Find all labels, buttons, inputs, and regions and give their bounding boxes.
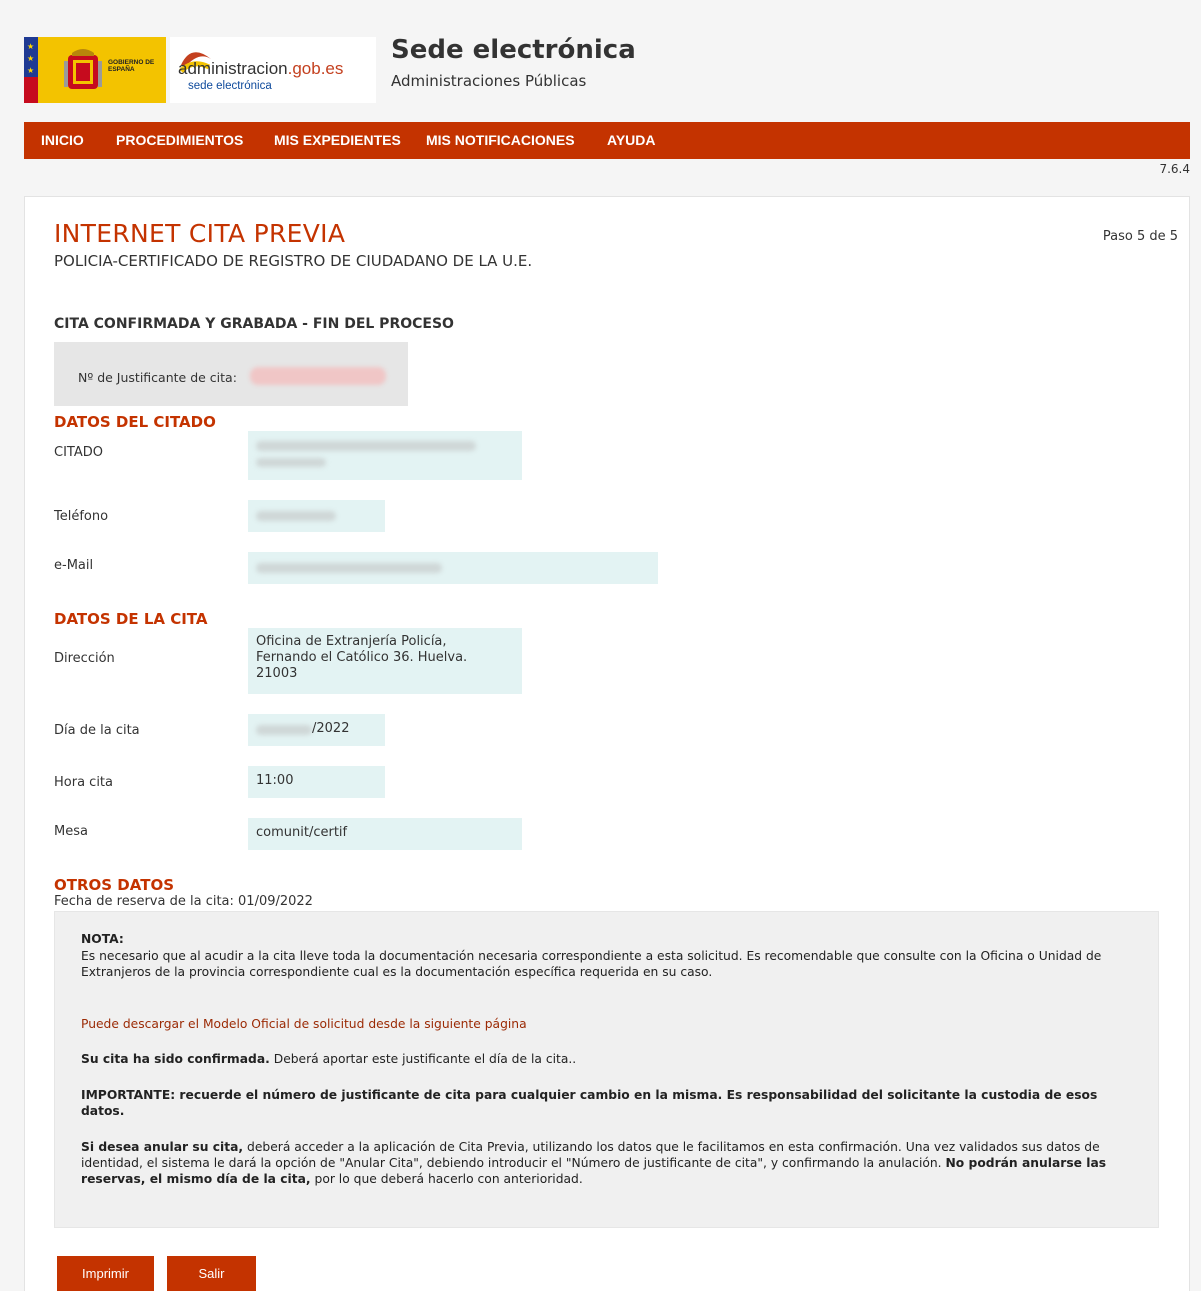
direccion-label: Dirección <box>54 651 115 666</box>
reserve-date: Fecha de reserva de la cita: 01/09/2022 <box>54 894 313 909</box>
admin-logo-subtext: sede electrónica <box>188 80 272 92</box>
mesa-value: comunit/certif <box>248 818 522 850</box>
confirmation-heading: CITA CONFIRMADA Y GRABADA - FIN DEL PROC… <box>54 316 454 332</box>
nav-item-mis-notificaciones[interactable]: MIS NOTIFICACIONES <box>426 132 575 148</box>
hora-value: 11:00 <box>248 766 385 798</box>
citado-name-redacted <box>256 441 476 451</box>
note-paragraph-5: Si desea anular su cita, deberá acceder … <box>81 1140 1107 1186</box>
nav-item-mis-expedientes[interactable]: MIS EXPEDIENTES <box>274 132 401 148</box>
direccion-value: Oficina de Extranjería Policía, Fernando… <box>248 628 522 694</box>
site-subtitle: Administraciones Públicas <box>391 72 587 90</box>
telefono-label: Teléfono <box>54 509 109 524</box>
admin-logo-text: administracion.gob.es <box>178 59 344 78</box>
page-subtitle: POLICIA-CERTIFICADO DE REGISTRO DE CIUDA… <box>54 252 533 270</box>
print-button[interactable]: Imprimir <box>57 1256 154 1291</box>
email-label: e-Mail <box>54 558 94 573</box>
note-paragraph-3: Su cita ha sido confirmada. Deberá aport… <box>81 1052 577 1066</box>
citado-label: CITADO <box>54 445 103 460</box>
justificante-value-redacted <box>250 367 386 385</box>
exit-button[interactable]: Salir <box>167 1256 256 1291</box>
section-datos-cita: DATOS DE LA CITA <box>54 610 208 628</box>
note-paragraph-4: IMPORTANTE: recuerde el número de justif… <box>81 1088 1098 1118</box>
dia-year: /2022 <box>312 721 350 736</box>
dia-value: /2022 <box>248 714 385 746</box>
page-title: INTERNET CITA PREVIA <box>54 219 346 248</box>
site-title: Sede electrónica <box>391 35 636 65</box>
dia-redacted <box>256 725 312 735</box>
telefono-redacted <box>256 511 336 521</box>
version-label: 7.6.4 <box>1159 162 1190 176</box>
direccion-line-1: Oficina de Extranjería Policía, <box>256 634 447 649</box>
hora-label: Hora cita <box>54 775 113 790</box>
administracion-logo[interactable]: administracion.gob.es sede electrónica <box>170 37 376 103</box>
justificante-box: Nº de Justificante de cita: <box>54 342 408 406</box>
note-link-paragraph: Puede descargar el Modelo Oficial de sol… <box>81 1016 1141 1032</box>
mesa-label: Mesa <box>54 824 88 839</box>
header: ★ ★ ★ GOBIERNO DE ESPAÑA administracion.… <box>0 0 1201 122</box>
note-paragraph-1: Es necesario que al acudir a la cita lle… <box>81 949 1102 979</box>
note-title: NOTA: <box>81 932 124 946</box>
gobierno-espana-logo[interactable]: ★ ★ ★ GOBIERNO DE ESPAÑA <box>24 37 166 103</box>
step-indicator: Paso 5 de 5 <box>1102 229 1178 244</box>
download-model-link[interactable]: Puede descargar el Modelo Oficial de sol… <box>81 1017 527 1031</box>
dia-label: Día de la cita <box>54 723 140 738</box>
citado-name-redacted-2 <box>256 458 326 467</box>
justificante-label: Nº de Justificante de cita: <box>78 370 237 385</box>
note-box: NOTA: Es necesario que al acudir a la ci… <box>54 911 1159 1228</box>
nav-item-procedimientos[interactable]: PROCEDIMIENTOS <box>116 132 243 148</box>
nav-item-ayuda[interactable]: AYUDA <box>607 132 656 148</box>
direccion-line-2: Fernando el Católico 36. Huelva. <box>256 650 468 665</box>
section-otros-datos: OTROS DATOS <box>54 876 174 894</box>
gobierno-text: GOBIERNO DE ESPAÑA <box>108 59 155 73</box>
section-datos-citado: DATOS DEL CITADO <box>54 413 216 431</box>
telefono-value <box>248 500 385 532</box>
direccion-line-3: 21003 <box>256 666 298 681</box>
main-nav: INICIO PROCEDIMIENTOS MIS EXPEDIENTES MI… <box>24 122 1190 159</box>
nav-item-inicio[interactable]: INICIO <box>41 132 84 148</box>
coat-of-arms-icon <box>64 49 102 89</box>
citado-value <box>248 431 522 480</box>
email-redacted <box>256 563 442 573</box>
email-value <box>248 552 658 584</box>
eu-stars-icon: ★ ★ ★ <box>24 37 38 77</box>
